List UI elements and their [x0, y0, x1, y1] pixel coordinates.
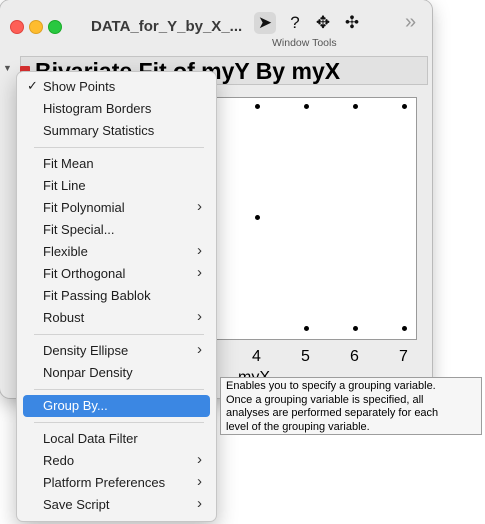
close-window-button[interactable]	[10, 20, 24, 34]
scatter-point[interactable]	[401, 103, 407, 109]
menu-item-nonpar-density[interactable]: Nonpar Density	[23, 362, 210, 384]
menu-item-label: Density Ellipse	[43, 343, 129, 358]
window-tools-label: Window Tools	[272, 37, 337, 49]
x-tick-label: 6	[350, 348, 359, 365]
menu-item-label: Robust	[43, 310, 85, 325]
menu-item-density-ellipse[interactable]: Density Ellipse ›	[23, 340, 210, 362]
menu-item-fit-special[interactable]: Fit Special...	[23, 219, 210, 241]
scatter-point[interactable]	[303, 103, 309, 109]
scatter-point[interactable]	[401, 325, 407, 331]
menu-item-local-data-filter[interactable]: Local Data Filter	[23, 428, 210, 450]
tooltip-line: level of the grouping variable.	[226, 420, 370, 433]
tooltip-line: Once a grouping variable is specified, a…	[226, 393, 424, 406]
submenu-chevron-icon: ›	[197, 198, 202, 215]
menu-separator	[34, 147, 204, 148]
menu-item-label: Nonpar Density	[43, 365, 133, 380]
help-icon[interactable]: ?	[284, 12, 306, 34]
menu-item-label: Fit Polynomial	[43, 200, 125, 215]
menu-item-label: Platform Preferences	[43, 475, 166, 490]
menu-item-label: Group By...	[43, 398, 108, 413]
menu-item-label: Histogram Borders	[43, 101, 152, 116]
menu-separator	[34, 389, 204, 390]
menu-item-robust[interactable]: Robust ›	[23, 307, 210, 329]
checkmark-icon: ✓	[27, 78, 38, 93]
menu-item-label: Fit Passing Bablok	[43, 288, 151, 303]
zoom-window-button[interactable]	[48, 20, 62, 34]
scatter-plot-frame	[213, 97, 417, 340]
menu-item-redo[interactable]: Redo ›	[23, 450, 210, 472]
group-by-tooltip: Enables you to specify a grouping variab…	[220, 377, 482, 435]
submenu-chevron-icon: ›	[197, 341, 202, 358]
submenu-chevron-icon: ›	[197, 495, 202, 512]
menu-item-label: Flexible	[43, 244, 88, 259]
tooltip-line: analyses are performed separately for ea…	[226, 407, 439, 419]
submenu-chevron-icon: ›	[197, 451, 202, 468]
menu-item-save-script[interactable]: Save Script ›	[23, 494, 210, 516]
menu-item-fit-mean[interactable]: Fit Mean	[23, 153, 210, 175]
menu-item-platform-preferences[interactable]: Platform Preferences ›	[23, 472, 210, 494]
menu-item-show-points[interactable]: ✓ Show Points	[23, 76, 210, 98]
menu-item-fit-polynomial[interactable]: Fit Polynomial ›	[23, 197, 210, 219]
scatter-point[interactable]	[254, 214, 260, 220]
menu-item-fit-line[interactable]: Fit Line	[23, 175, 210, 197]
move-icon[interactable]: ✣	[341, 12, 363, 34]
menu-item-fit-passing-bablok[interactable]: Fit Passing Bablok	[23, 285, 210, 307]
menu-separator	[34, 422, 204, 423]
scatter-point[interactable]	[254, 103, 260, 109]
submenu-chevron-icon: ›	[197, 308, 202, 325]
menu-item-label: Redo	[43, 453, 75, 468]
menu-item-histogram-borders[interactable]: Histogram Borders	[23, 98, 210, 120]
window-title: DATA_for_Y_by_X_...	[91, 18, 243, 35]
crosshair-icon[interactable]: ✥	[312, 12, 334, 34]
submenu-chevron-icon: ›	[197, 473, 202, 490]
toolbar-overflow-icon[interactable]: »	[405, 11, 416, 34]
menu-item-group-by[interactable]: Group By...	[23, 395, 210, 417]
submenu-chevron-icon: ›	[197, 242, 202, 259]
tooltip-line: Enables you to specify a grouping variab…	[226, 380, 436, 392]
menu-separator	[34, 334, 204, 335]
menu-item-label: Fit Line	[43, 178, 86, 193]
red-triangle-popup-menu: ✓ Show Points Histogram Borders Summary …	[17, 72, 216, 521]
title-bar: DATA_for_Y_by_X_... ➤ ? ✥ ✣ Window Tools…	[0, 0, 432, 52]
menu-item-label: Show Points	[43, 79, 116, 94]
menu-item-label: Fit Orthogonal	[43, 266, 126, 281]
menu-item-label: Summary Statistics	[43, 123, 155, 138]
menu-item-fit-orthogonal[interactable]: Fit Orthogonal ›	[23, 263, 210, 285]
menu-item-label: Save Script	[43, 497, 110, 512]
scatter-point[interactable]	[352, 103, 358, 109]
scatter-point[interactable]	[303, 325, 309, 331]
scatter-point[interactable]	[352, 325, 358, 331]
arrow-pointer-icon[interactable]: ➤	[254, 12, 276, 34]
minimize-window-button[interactable]	[29, 20, 43, 34]
x-tick-label: 5	[301, 348, 310, 365]
menu-item-label: Fit Special...	[43, 222, 115, 237]
submenu-chevron-icon: ›	[197, 264, 202, 281]
disclosure-triangle-icon[interactable]: ▼	[3, 63, 12, 73]
menu-item-label: Local Data Filter	[43, 431, 138, 446]
menu-item-summary-statistics[interactable]: Summary Statistics	[23, 120, 210, 142]
x-tick-label: 7	[399, 348, 408, 365]
x-tick-label: 4	[252, 348, 261, 365]
menu-item-flexible[interactable]: Flexible ›	[23, 241, 210, 263]
menu-item-label: Fit Mean	[43, 156, 94, 171]
